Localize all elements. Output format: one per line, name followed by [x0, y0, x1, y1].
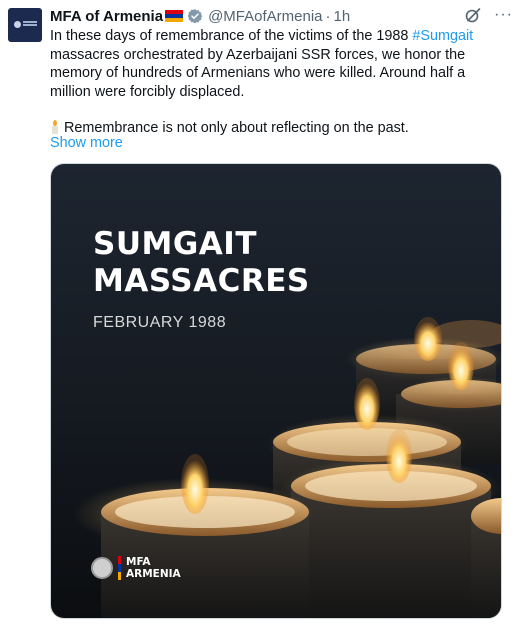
- media-subtitle: FEBRUARY 1988: [93, 314, 227, 331]
- tweet-media-image[interactable]: SUMGAIT MASSACRES FEBRUARY 1988 MFA ARME…: [50, 163, 502, 619]
- tweet-text-para2: Remembrance is not only about reflecting…: [64, 120, 409, 136]
- user-handle[interactable]: @MFAofArmenia: [208, 8, 322, 25]
- armenia-coat-of-arms-icon: [91, 557, 113, 579]
- mfa-armenia-logo: MFA ARMENIA: [91, 556, 181, 580]
- grok-icon[interactable]: [464, 6, 482, 24]
- verified-badge-icon[interactable]: [187, 8, 203, 24]
- header-separator: ·: [325, 7, 331, 25]
- tweet-text-part1: In these days of remembrance of the vict…: [50, 28, 413, 44]
- more-options-icon[interactable]: ···: [494, 7, 513, 23]
- hashtag-link[interactable]: #Sumgait: [412, 28, 473, 44]
- media-title-line2: MASSACRES: [93, 263, 310, 299]
- media-title-line1: SUMGAIT: [93, 226, 257, 262]
- candle-emoji: [50, 120, 60, 134]
- tweet-paragraph-1: In these days of remembrance of the vict…: [50, 27, 508, 101]
- tweet-actions-top: ···: [464, 6, 513, 24]
- tweet-header: MFA of Armenia @MFAofArmenia · 1h: [50, 6, 487, 26]
- avatar-seal: [14, 21, 21, 28]
- display-name[interactable]: MFA of Armenia: [50, 8, 163, 25]
- tweet-text: In these days of remembrance of the vict…: [50, 27, 508, 138]
- armenia-flag-icon: [165, 10, 184, 22]
- logo-line1: MFA: [126, 556, 151, 568]
- show-more-link[interactable]: Show more: [50, 135, 123, 151]
- tweet: MFA of Armenia @MFAofArmenia · 1h ··· In…: [0, 0, 527, 628]
- logo-line2: ARMENIA: [126, 568, 181, 580]
- avatar-text-lines: [23, 21, 37, 23]
- logo-flag-bar: [118, 556, 121, 580]
- logo-text: MFA ARMENIA: [126, 556, 181, 580]
- tweet-text-part2: massacres orchestrated by Azerbaijani SS…: [50, 46, 466, 100]
- avatar[interactable]: [8, 8, 42, 42]
- media-title: SUMGAIT MASSACRES: [93, 226, 310, 300]
- timestamp[interactable]: 1h: [334, 8, 351, 25]
